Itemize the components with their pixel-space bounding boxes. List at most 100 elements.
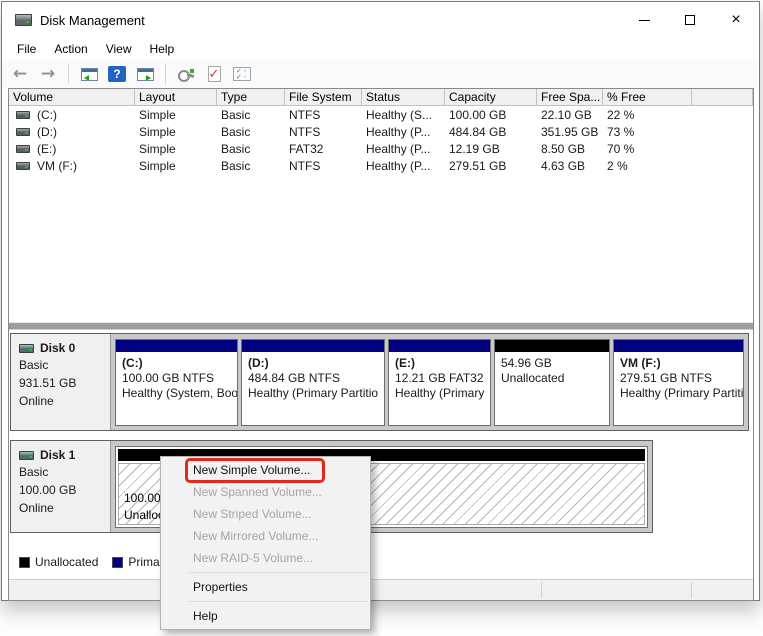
partition-d[interactable]: (D:) 484.84 GB NTFS Healthy (Primary Par… bbox=[241, 339, 385, 426]
disk-graph-pane: Disk 0 Basic 931.51 GB Online (C:) 100.0… bbox=[9, 330, 753, 580]
toolbar-separator bbox=[68, 64, 69, 84]
maximize-button[interactable] bbox=[667, 2, 713, 38]
cell-volume: VM (F:) bbox=[37, 159, 77, 173]
partition-title: (E:) bbox=[395, 356, 490, 371]
disk-status: Online bbox=[19, 501, 104, 516]
menu-item-new-raid5-volume: New RAID-5 Volume... bbox=[161, 547, 370, 569]
partition-status: Healthy (Primary Partitio bbox=[620, 386, 743, 401]
disk-0-bar: (C:) 100.00 GB NTFS Healthy (System, Boo… bbox=[111, 334, 748, 430]
menu-item-new-simple-volume[interactable]: New Simple Volume... bbox=[161, 459, 370, 481]
column-header-filler bbox=[692, 89, 753, 105]
menu-separator bbox=[189, 601, 368, 602]
help-icon: ? bbox=[108, 66, 126, 82]
cell-free-space: 22.10 GB bbox=[537, 108, 603, 122]
cell-free-space: 8.50 GB bbox=[537, 142, 603, 156]
show-action-pane-button[interactable] bbox=[134, 63, 156, 85]
status-bar-separator bbox=[541, 582, 542, 598]
caption-buttons: × bbox=[621, 2, 759, 38]
partition-unallocated-disk0[interactable]: 54.96 GB Unallocated bbox=[494, 339, 610, 426]
disk-1-info[interactable]: Disk 1 Basic 100.00 GB Online bbox=[11, 441, 111, 532]
checklist-button[interactable]: ✓ - ✓ - bbox=[231, 63, 253, 85]
column-header-pct-free[interactable]: % Free bbox=[603, 89, 692, 105]
close-button[interactable]: × bbox=[713, 2, 759, 38]
cell-volume: (E:) bbox=[37, 142, 56, 156]
cell-type: Basic bbox=[217, 108, 285, 122]
partition-c[interactable]: (C:) 100.00 GB NTFS Healthy (System, Boo bbox=[115, 339, 238, 426]
action-pane-icon bbox=[137, 68, 154, 81]
disk-name: Disk 1 bbox=[40, 448, 75, 462]
cell-free-space: 4.63 GB bbox=[537, 159, 603, 173]
volume-drive-icon bbox=[16, 111, 30, 119]
partition-status: Healthy (Primary bbox=[395, 386, 490, 401]
partition-info: 279.51 GB NTFS bbox=[620, 371, 743, 386]
table-row-volume-vm-f[interactable]: VM (F:) Simple Basic NTFS Healthy (P... … bbox=[9, 157, 753, 174]
table-row-volume-c[interactable]: (C:) Simple Basic NTFS Healthy (S... 100… bbox=[9, 106, 753, 123]
menu-action[interactable]: Action bbox=[45, 39, 96, 59]
pane-splitter[interactable] bbox=[9, 322, 753, 330]
forward-icon: → bbox=[41, 66, 55, 83]
back-icon: ← bbox=[13, 66, 27, 83]
menu-item-new-spanned-volume: New Spanned Volume... bbox=[161, 481, 370, 503]
disk-icon bbox=[19, 344, 34, 353]
column-header-volume[interactable]: Volume bbox=[9, 89, 135, 105]
checklist-icon: ✓ - ✓ - bbox=[233, 67, 251, 81]
show-console-tree-button[interactable] bbox=[78, 63, 100, 85]
partition-vm-f[interactable]: VM (F:) 279.51 GB NTFS Healthy (Primary … bbox=[613, 339, 744, 426]
partition-title: VM (F:) bbox=[620, 356, 743, 371]
disk-0-info[interactable]: Disk 0 Basic 931.51 GB Online bbox=[11, 334, 111, 430]
scan-disks-button[interactable] bbox=[175, 63, 197, 85]
check-document-button[interactable]: ✓ bbox=[203, 63, 225, 85]
disk-icon bbox=[19, 451, 34, 460]
unallocated-swatch bbox=[19, 557, 30, 568]
menu-file[interactable]: File bbox=[8, 39, 45, 59]
cell-layout: Simple bbox=[135, 125, 217, 139]
cell-layout: Simple bbox=[135, 159, 217, 173]
disk-type: Basic bbox=[19, 465, 104, 480]
legend-label: Unallocated bbox=[35, 555, 98, 569]
console-tree-icon bbox=[81, 68, 98, 81]
column-header-type[interactable]: Type bbox=[217, 89, 285, 105]
help-button[interactable]: ? bbox=[106, 63, 128, 85]
column-header-capacity[interactable]: Capacity bbox=[445, 89, 537, 105]
menu-item-new-striped-volume: New Striped Volume... bbox=[161, 503, 370, 525]
column-header-status[interactable]: Status bbox=[362, 89, 445, 105]
cell-file-system: NTFS bbox=[285, 108, 362, 122]
partition-status: Unallocated bbox=[501, 371, 609, 386]
menu-help[interactable]: Help bbox=[141, 39, 184, 59]
volume-drive-icon bbox=[16, 162, 30, 170]
title-bar: Disk Management × bbox=[2, 2, 759, 38]
back-button[interactable]: ← bbox=[9, 63, 31, 85]
partition-title: (C:) bbox=[122, 356, 237, 371]
cell-layout: Simple bbox=[135, 108, 217, 122]
menu-item-help[interactable]: Help bbox=[161, 605, 370, 627]
volume-drive-icon bbox=[16, 128, 30, 136]
disk-0-row: Disk 0 Basic 931.51 GB Online (C:) 100.0… bbox=[10, 333, 749, 431]
menu-view[interactable]: View bbox=[97, 39, 141, 59]
disk-name: Disk 0 bbox=[40, 341, 75, 355]
table-row-volume-d[interactable]: (D:) Simple Basic NTFS Healthy (P... 484… bbox=[9, 123, 753, 140]
cell-capacity: 484.84 GB bbox=[445, 125, 537, 139]
column-header-free-space[interactable]: Free Spa... bbox=[537, 89, 603, 105]
partition-info: 12.21 GB FAT32 bbox=[395, 371, 490, 386]
window-title: Disk Management bbox=[40, 13, 145, 28]
column-header-file-system[interactable]: File System bbox=[285, 89, 362, 105]
table-row-volume-e[interactable]: (E:) Simple Basic FAT32 Healthy (P... 12… bbox=[9, 140, 753, 157]
scan-disks-icon bbox=[177, 66, 195, 82]
partition-info: 54.96 GB bbox=[501, 356, 609, 371]
menu-separator bbox=[189, 572, 368, 573]
cell-pct-free: 2 % bbox=[603, 159, 692, 173]
primary-partition-band bbox=[116, 340, 237, 352]
forward-button[interactable]: → bbox=[37, 63, 59, 85]
column-header-layout[interactable]: Layout bbox=[135, 89, 217, 105]
unallocated-band bbox=[495, 340, 609, 352]
primary-partition-swatch bbox=[112, 557, 123, 568]
cell-status: Healthy (P... bbox=[362, 125, 445, 139]
maximize-icon bbox=[685, 15, 695, 25]
client-area: Volume Layout Type File System Status Ca… bbox=[8, 88, 754, 601]
minimize-icon bbox=[639, 20, 650, 21]
menu-item-properties[interactable]: Properties bbox=[161, 576, 370, 598]
minimize-button[interactable] bbox=[621, 2, 667, 38]
screen: Disk Management × File Action View Help … bbox=[0, 0, 763, 636]
partition-e[interactable]: (E:) 12.21 GB FAT32 Healthy (Primary bbox=[388, 339, 491, 426]
volume-list-header: Volume Layout Type File System Status Ca… bbox=[9, 89, 753, 106]
